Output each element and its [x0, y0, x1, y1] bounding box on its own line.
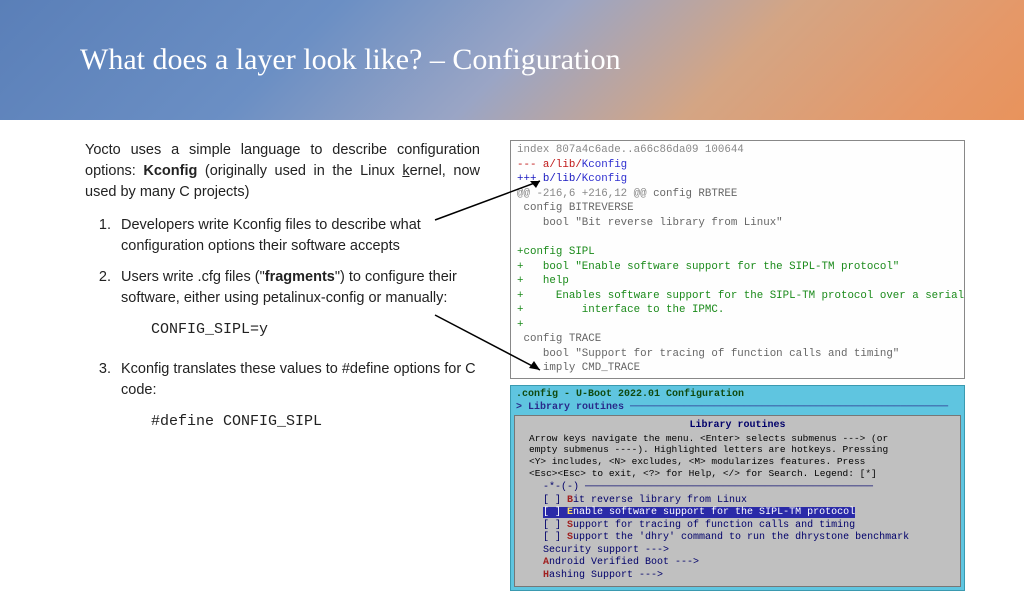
menuconfig-section: Library routines — [523, 420, 952, 433]
menuconfig-help: Arrow keys navigate the menu. <Enter> se… — [523, 433, 952, 481]
slide-body: Yocto uses a simple language to describe… — [0, 120, 1024, 591]
menuconfig-panel: Library routines Arrow keys navigate the… — [514, 415, 961, 587]
mc-option: -*-(-) ─────────────────────────────────… — [543, 482, 952, 495]
numbered-list: Developers write Kconfig files to descri… — [85, 215, 480, 433]
code-fragment: CONFIG_SIPL=y — [151, 319, 480, 341]
list-item: Users write .cfg files ("fragments") to … — [115, 267, 480, 341]
menuconfig-window: .config - U-Boot 2022.01 Configuration >… — [510, 385, 965, 591]
diff-snippet: index 807a4c6ade..a66c86da09 100644 --- … — [510, 140, 965, 379]
mc-option: Security support ---> — [543, 545, 952, 558]
menuconfig-title: .config - U-Boot 2022.01 Configuration >… — [514, 389, 961, 414]
mc-option-selected: [ ] Enable software support for the SIPL… — [543, 507, 952, 520]
menuconfig-options: -*-(-) ─────────────────────────────────… — [523, 482, 952, 582]
mc-option: Android Verified Boot ---> — [543, 557, 952, 570]
slide-title: What does a layer look like? – Configura… — [80, 43, 621, 77]
left-column: Yocto uses a simple language to describe… — [0, 140, 510, 591]
list-item: Kconfig translates these values to #defi… — [115, 359, 480, 433]
list-item: Developers write Kconfig files to descri… — [115, 215, 480, 257]
mc-option: [ ] Bit reverse library from Linux — [543, 495, 952, 508]
intro-paragraph: Yocto uses a simple language to describe… — [85, 140, 480, 203]
slide-header: What does a layer look like? – Configura… — [0, 0, 1024, 120]
right-column: index 807a4c6ade..a66c86da09 100644 --- … — [510, 140, 1000, 591]
mc-option: [ ] Support the 'dhry' command to run th… — [543, 532, 952, 545]
code-define: #define CONFIG_SIPL — [151, 411, 480, 433]
mc-option: [ ] Support for tracing of function call… — [543, 520, 952, 533]
